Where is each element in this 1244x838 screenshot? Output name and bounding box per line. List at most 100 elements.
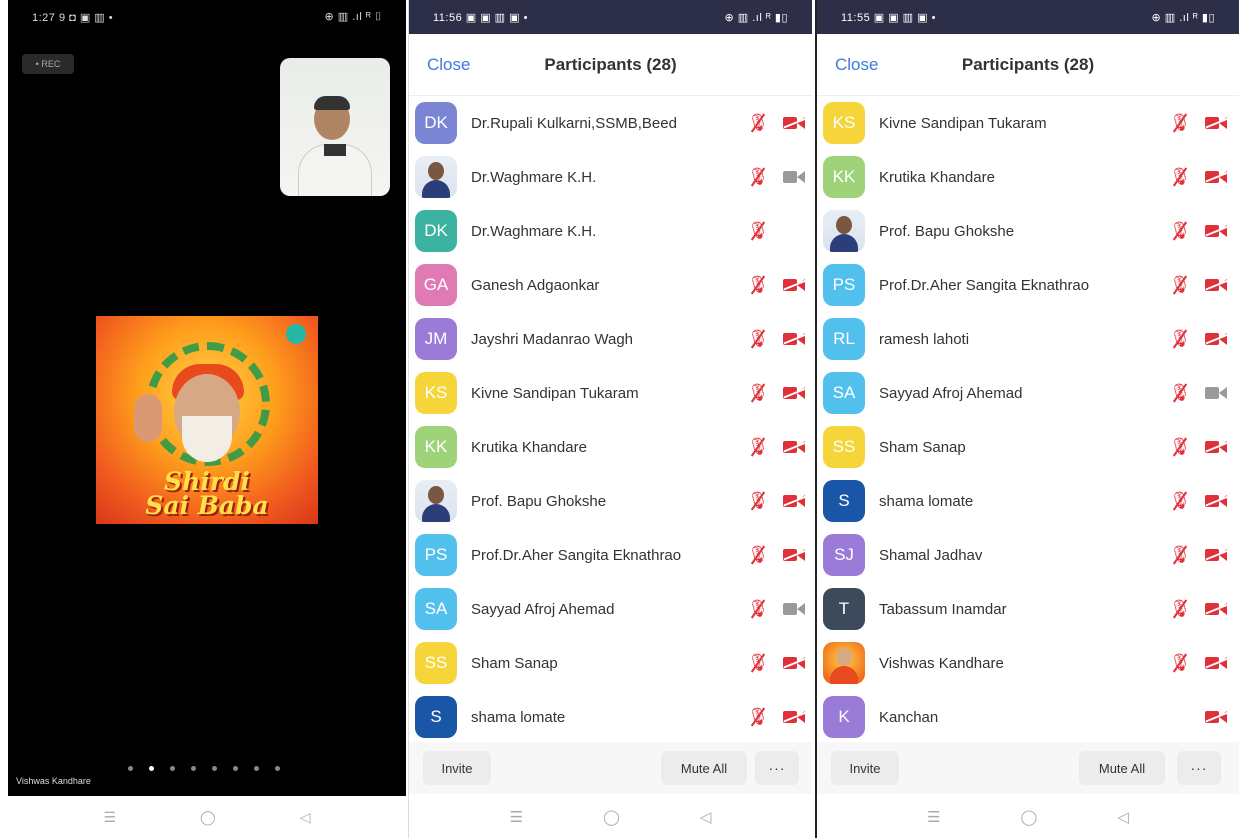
participant-row[interactable]: Sshama lomate 🎙 — [409, 690, 812, 744]
page-dot[interactable] — [212, 766, 217, 771]
muted-mic-icon[interactable]: 🎙 — [747, 328, 769, 350]
muted-mic-icon[interactable]: 🎙 — [747, 382, 769, 404]
back-icon[interactable]: ◁ — [300, 809, 311, 826]
muted-mic-icon[interactable]: 🎙 — [1169, 598, 1191, 620]
muted-mic-icon[interactable]: 🎙 — [1169, 436, 1191, 458]
self-video-thumbnail[interactable] — [280, 58, 390, 196]
muted-mic-icon[interactable]: 🎙 — [747, 166, 769, 188]
more-options-button[interactable]: ··· — [1177, 751, 1221, 785]
participant-row[interactable]: SA Sayyad Afroj Ahemad 🎙 — [409, 582, 812, 636]
page-dot[interactable] — [170, 766, 175, 771]
muted-mic-icon[interactable]: 🎙 — [747, 652, 769, 674]
video-off-icon[interactable] — [783, 710, 805, 725]
participant-row[interactable]: RL ramesh lahoti 🎙 — [817, 312, 1239, 366]
video-off-icon[interactable] — [1205, 710, 1227, 725]
home-icon[interactable]: ◯ — [603, 808, 620, 826]
muted-mic-icon[interactable]: 🎙 — [747, 598, 769, 620]
participant-list[interactable]: KS Kivne Sandipan Tukaram 🎙 KK Krutika Khand… — [817, 96, 1239, 744]
video-off-icon[interactable] — [1205, 494, 1227, 509]
participant-row[interactable]: DK Dr.Rupali Kulkarni,SSMB,Beed 🎙 — [409, 96, 812, 150]
muted-mic-icon[interactable]: 🎙 — [1169, 220, 1191, 242]
muted-mic-icon[interactable]: 🎙 — [747, 544, 769, 566]
invite-button[interactable]: Invite — [831, 751, 899, 785]
video-off-icon[interactable] — [1205, 224, 1227, 239]
video-off-icon[interactable] — [1205, 332, 1227, 347]
participant-row[interactable]: KS Kivne Sandipan Tukaram 🎙 — [817, 96, 1239, 150]
video-off-icon[interactable] — [783, 386, 805, 401]
video-off-icon[interactable] — [1205, 656, 1227, 671]
video-off-icon[interactable] — [783, 278, 805, 293]
page-dot[interactable] — [149, 766, 154, 771]
muted-mic-icon[interactable]: 🎙 — [1169, 166, 1191, 188]
home-icon[interactable]: ◯ — [200, 809, 216, 826]
participant-row[interactable]: SS Sham Sanap 🎙 — [817, 420, 1239, 474]
menu-icon[interactable]: ☰ — [927, 808, 940, 826]
muted-mic-icon[interactable]: 🎙 — [747, 220, 769, 242]
participant-row[interactable]: Dr.Waghmare K.H. 🎙 — [409, 150, 812, 204]
muted-mic-icon[interactable]: 🎙 — [747, 112, 769, 134]
participant-row[interactable]: Prof. Bapu Ghokshe 🎙 — [817, 204, 1239, 258]
muted-mic-icon[interactable]: 🎙 — [747, 274, 769, 296]
participant-row[interactable]: GA Ganesh Adgaonkar 🎙 — [409, 258, 812, 312]
muted-mic-icon[interactable]: 🎙 — [1169, 328, 1191, 350]
muted-mic-icon[interactable]: 🎙 — [747, 706, 769, 728]
participant-row[interactable]: KK Krutika Khandare 🎙 — [409, 420, 812, 474]
participant-row[interactable]: SJ Shamal Jadhav 🎙 — [817, 528, 1239, 582]
menu-icon[interactable]: ☰ — [103, 809, 116, 826]
back-icon[interactable]: ◁ — [1117, 808, 1129, 826]
participant-row[interactable]: PS Prof.Dr.Aher Sangita Eknathrao 🎙 — [817, 258, 1239, 312]
invite-button[interactable]: Invite — [423, 751, 491, 785]
mute-all-button[interactable]: Mute All — [1079, 751, 1165, 785]
back-icon[interactable]: ◁ — [700, 808, 712, 826]
page-dot[interactable] — [233, 766, 238, 771]
participant-row[interactable]: KK Krutika Khandare 🎙 — [817, 150, 1239, 204]
muted-mic-icon[interactable]: 🎙 — [1169, 652, 1191, 674]
page-dot[interactable] — [275, 766, 280, 771]
participant-row[interactable]: Prof. Bapu Ghokshe 🎙 — [409, 474, 812, 528]
muted-mic-icon[interactable]: 🎙 — [1169, 490, 1191, 512]
video-camera-icon[interactable] — [783, 170, 805, 185]
video-off-icon[interactable] — [1205, 440, 1227, 455]
video-off-icon[interactable] — [1205, 548, 1227, 563]
page-dot[interactable] — [191, 766, 196, 771]
video-off-icon[interactable] — [1205, 116, 1227, 131]
close-button[interactable]: Close — [835, 55, 878, 75]
video-off-icon[interactable] — [783, 332, 805, 347]
participant-row[interactable]: JM Jayshri Madanrao Wagh 🎙 — [409, 312, 812, 366]
page-dot[interactable] — [128, 766, 133, 771]
video-off-icon[interactable] — [1205, 602, 1227, 617]
participant-row[interactable]: Sshama lomate 🎙 — [817, 474, 1239, 528]
home-icon[interactable]: ◯ — [1021, 808, 1038, 826]
menu-icon[interactable]: ☰ — [510, 808, 523, 826]
participant-row[interactable]: SA Sayyad Afroj Ahemad 🎙 — [817, 366, 1239, 420]
muted-mic-icon[interactable]: 🎙 — [1169, 274, 1191, 296]
muted-mic-icon[interactable]: 🎙 — [747, 490, 769, 512]
participant-list[interactable]: DK Dr.Rupali Kulkarni,SSMB,Beed 🎙 Dr.Waghma… — [409, 96, 812, 744]
status-bar: 11:56 ▣ ▣ ▥ ▣ • ⊕ ▥ .ıl ᴿ ▮▯ — [409, 0, 812, 34]
page-indicator[interactable] — [128, 766, 280, 771]
video-off-icon[interactable] — [783, 548, 805, 563]
muted-mic-icon[interactable]: 🎙 — [1169, 544, 1191, 566]
video-off-icon[interactable] — [783, 116, 805, 131]
video-camera-icon[interactable] — [783, 602, 805, 617]
participant-row[interactable]: SS Sham Sanap 🎙 — [409, 636, 812, 690]
video-off-icon[interactable] — [1205, 170, 1227, 185]
video-off-icon[interactable] — [1205, 278, 1227, 293]
muted-mic-icon[interactable]: 🎙 — [1169, 112, 1191, 134]
video-camera-icon[interactable] — [1205, 386, 1227, 401]
muted-mic-icon[interactable]: 🎙 — [1169, 382, 1191, 404]
video-off-icon[interactable] — [783, 440, 805, 455]
participant-row[interactable]: KS Kivne Sandipan Tukaram 🎙 — [409, 366, 812, 420]
mute-all-button[interactable]: Mute All — [661, 751, 747, 785]
video-off-icon[interactable] — [783, 656, 805, 671]
participant-row[interactable]: K Kanchan — [817, 690, 1239, 744]
close-button[interactable]: Close — [427, 55, 470, 75]
page-dot[interactable] — [254, 766, 259, 771]
participant-row[interactable]: PS Prof.Dr.Aher Sangita Eknathrao 🎙 — [409, 528, 812, 582]
more-options-button[interactable]: ··· — [755, 751, 799, 785]
participant-row[interactable]: Vishwas Kandhare 🎙 — [817, 636, 1239, 690]
participant-row[interactable]: T Tabassum Inamdar 🎙 — [817, 582, 1239, 636]
video-off-icon[interactable] — [783, 494, 805, 509]
muted-mic-icon[interactable]: 🎙 — [747, 436, 769, 458]
participant-row[interactable]: DK Dr.Waghmare K.H. 🎙 — [409, 204, 812, 258]
